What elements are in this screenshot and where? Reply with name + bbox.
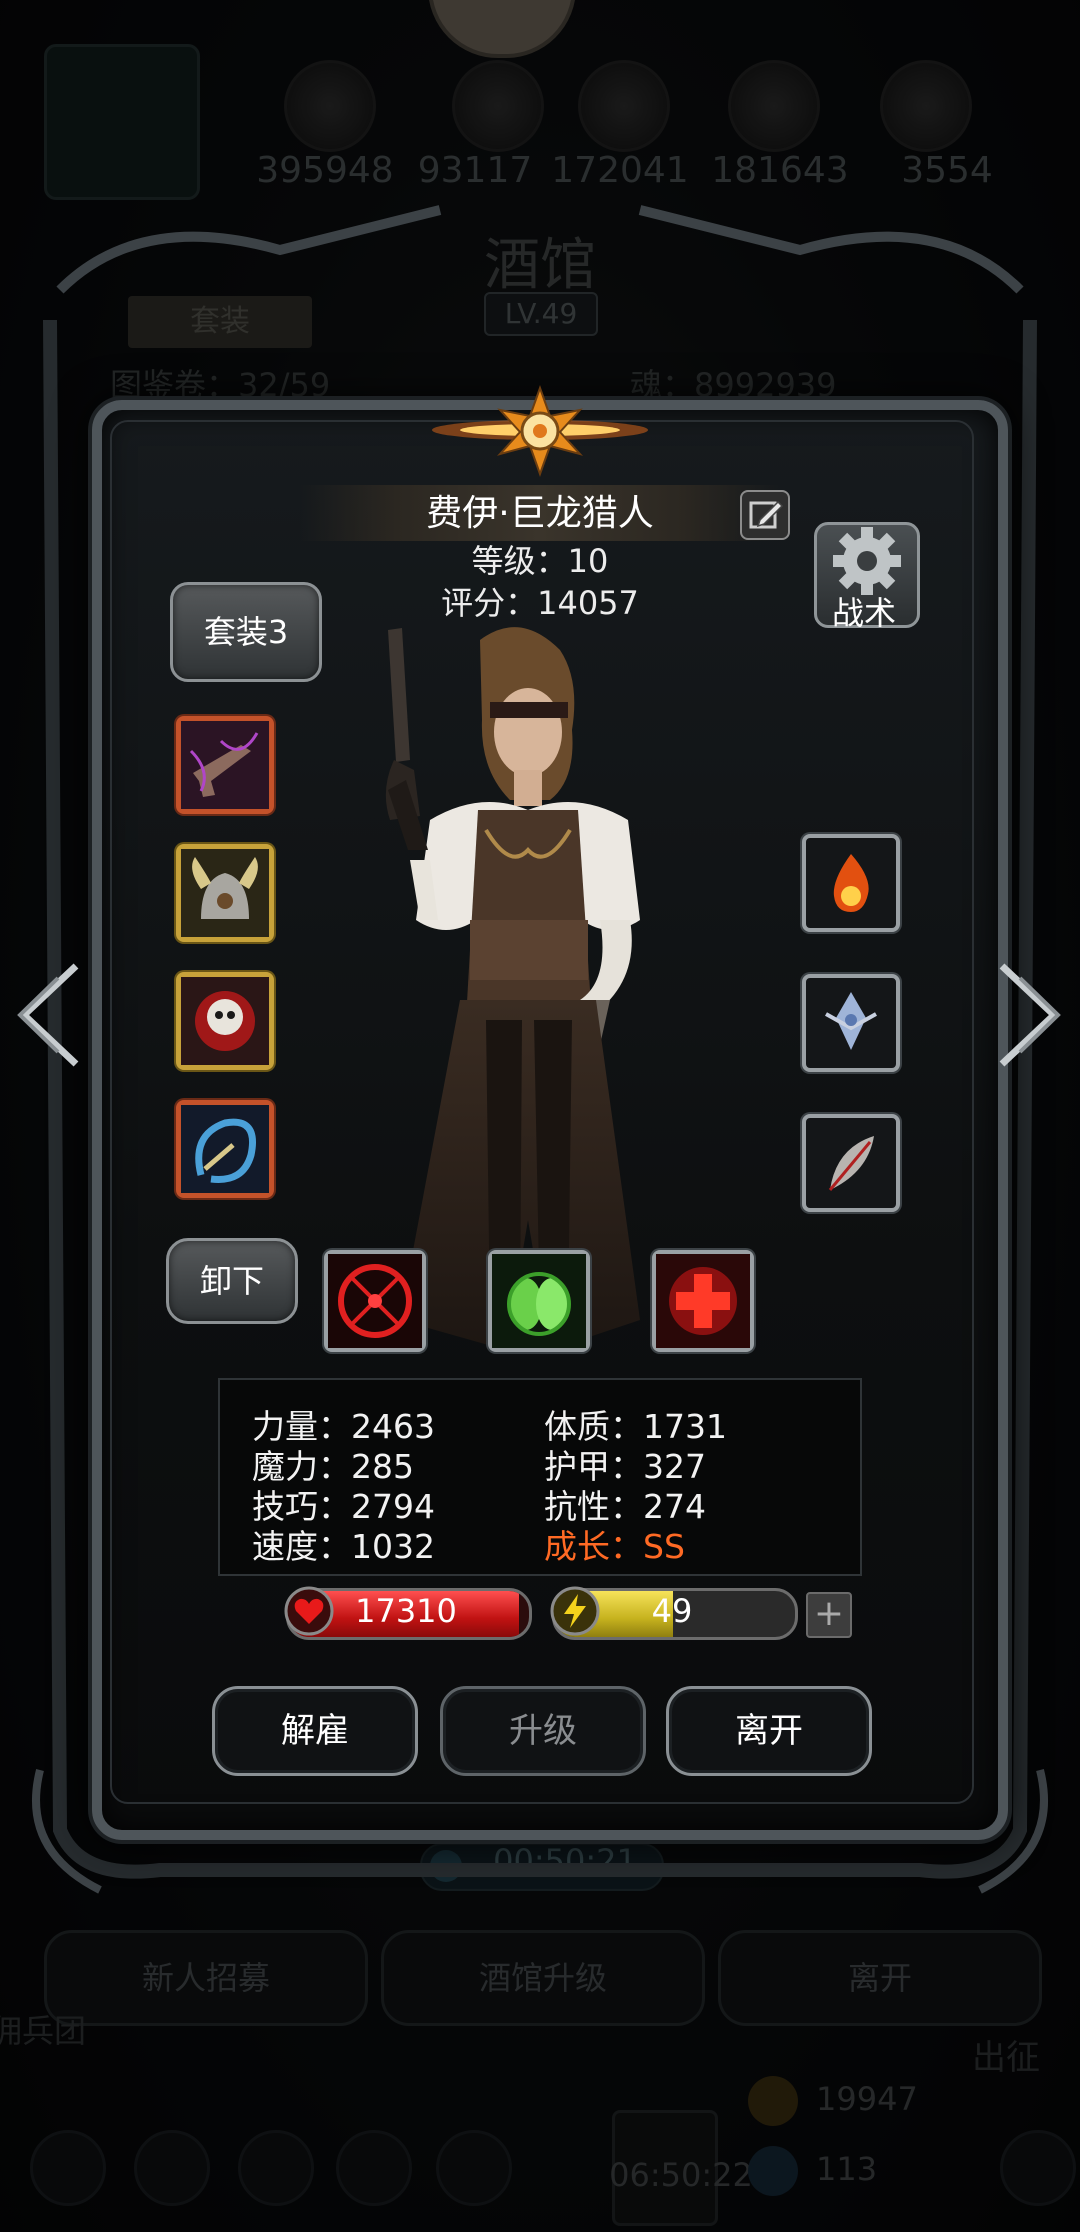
guild-label: 佣兵团 [0, 2012, 87, 2050]
skull-medallion-icon [181, 977, 269, 1065]
coin-icon [748, 2076, 798, 2126]
recruit-button[interactable]: 新人招募 [44, 1930, 368, 2026]
gear-icon [833, 527, 901, 595]
nav-home-icon[interactable] [30, 2130, 106, 2206]
nav-quest-icon[interactable] [436, 2130, 512, 2206]
ore-resource-icon [578, 60, 670, 152]
rename-button[interactable] [740, 490, 790, 540]
feather-icon [828, 1136, 874, 1191]
equip-slot-offhand[interactable] [176, 1100, 274, 1198]
leave-button[interactable]: 离开 [666, 1686, 872, 1776]
tavern-upgrade-button[interactable]: 酒馆升级 [381, 1930, 705, 2026]
equip-slot-rune-3[interactable] [802, 1114, 900, 1212]
horned-helmet-icon [181, 849, 269, 937]
nav-hero-icon[interactable] [134, 2130, 210, 2206]
pistol-icon [181, 721, 269, 809]
suit-set-button[interactable]: 套装3 [170, 582, 322, 682]
skill-slot-2[interactable] [488, 1250, 590, 1352]
unequip-button[interactable]: 卸下 [166, 1238, 298, 1324]
equip-slot-rune-2[interactable] [802, 974, 900, 1072]
upgrade-button[interactable]: 升级 [440, 1686, 646, 1776]
dismiss-button[interactable]: 解雇 [212, 1686, 418, 1776]
fire-orb-icon [833, 854, 869, 912]
heart-icon [284, 1586, 334, 1636]
equip-slot-rune-1[interactable] [802, 834, 900, 932]
add-energy-button[interactable]: + [806, 1592, 852, 1638]
gem-count: 113 [816, 2150, 878, 2188]
tactics-label: 战术 [831, 594, 896, 632]
skill-slot-3[interactable] [652, 1250, 754, 1352]
hero-level: 等级：10 [471, 542, 609, 580]
scroll-resource-icon [880, 60, 972, 152]
crystal-crest-icon [825, 992, 877, 1050]
previous-hero-arrow-icon[interactable] [14, 960, 84, 1070]
expedition-label: 出征 [972, 2038, 1040, 2078]
coin-count: 19947 [816, 2080, 918, 2118]
crosshair-skill-icon [328, 1254, 422, 1348]
green-shield-skill-icon [492, 1254, 586, 1348]
lightning-icon [550, 1586, 600, 1636]
hero-score: 评分：14057 [441, 584, 639, 622]
equip-slot-helmet[interactable] [176, 844, 274, 942]
next-hero-arrow-icon[interactable] [994, 960, 1064, 1070]
bread-resource-icon [452, 60, 544, 152]
skill-slot-1[interactable] [324, 1250, 426, 1352]
bottom-timer: 06:50:22 [609, 2156, 753, 2194]
gem-icon [748, 2146, 798, 2196]
nav-map-icon[interactable] [336, 2130, 412, 2206]
nav-add-icon[interactable] [1000, 2130, 1076, 2206]
stat-growth: 成长：SS [544, 1527, 685, 1566]
tavern-leave-button[interactable]: 离开 [718, 1930, 1042, 2026]
red-cross-skill-icon [656, 1254, 750, 1348]
wood-resource-icon [284, 60, 376, 152]
nav-bag-icon[interactable] [238, 2130, 314, 2206]
sun-emblem-icon [432, 385, 648, 477]
hero-name: 费伊·巨龙猎人 [426, 493, 654, 534]
equip-slot-accessory[interactable] [176, 972, 274, 1070]
edit-icon [749, 500, 784, 529]
equip-slot-weapon[interactable] [176, 716, 274, 814]
stat-speed: 速度：1032 [252, 1527, 435, 1566]
hero-portrait [385, 627, 640, 1350]
crystal-resource-icon [728, 60, 820, 152]
chain-whip-icon [181, 1105, 269, 1193]
